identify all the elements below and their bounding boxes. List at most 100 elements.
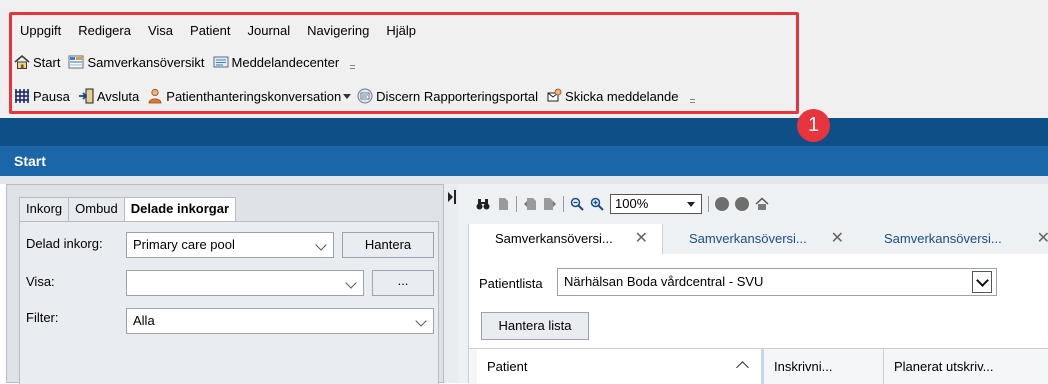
pause-grid-icon xyxy=(14,88,30,104)
inbox-tabs: Inkorg Ombud Delade inkorgar xyxy=(19,197,237,223)
skicka-meddelande-button[interactable]: Skicka meddelande xyxy=(546,88,679,104)
header-band xyxy=(0,118,1048,146)
chevron-down-icon xyxy=(415,315,427,327)
samverkansoversikt-button[interactable]: Samverkansöversikt xyxy=(68,54,205,70)
zoom-select[interactable]: 100% xyxy=(610,194,702,214)
menu-bar: Uppgift Redigera Visa Patient Journal Na… xyxy=(12,20,425,42)
menu-patient[interactable]: Patient xyxy=(182,20,239,42)
menu-journal[interactable]: Journal xyxy=(240,20,300,42)
meddelandecenter-label: Meddelandecenter xyxy=(231,54,340,70)
skicka-meddelande-label: Skicka meddelande xyxy=(565,88,679,104)
chevron-down-icon[interactable] xyxy=(972,271,992,293)
close-icon[interactable]: ✕ xyxy=(831,224,844,254)
tab-inkorg[interactable]: Inkorg xyxy=(19,197,70,221)
hantera-button[interactable]: Hantera xyxy=(342,232,434,258)
send-message-icon xyxy=(546,88,562,104)
toolbar-separator xyxy=(516,196,517,212)
forward-circle-icon[interactable] xyxy=(735,197,749,211)
patienthanteringskonversation-label: Patienthanteringskonversation xyxy=(166,88,342,104)
patienthanteringskonversation-button[interactable]: Patienthanteringskonversation xyxy=(147,88,341,104)
column-header-inskrivning[interactable]: Inskrivni... xyxy=(761,349,883,384)
tab-samverkansoversikt-3[interactable]: Samverkansöversi... ✕ xyxy=(858,224,1048,254)
previous-page-icon[interactable] xyxy=(523,197,537,211)
meddelandecenter-button[interactable]: Meddelandecenter xyxy=(213,54,340,70)
patientlista-label: Patientlista xyxy=(479,276,543,291)
hantera-lista-button[interactable]: Hantera lista xyxy=(481,312,589,340)
discern-rapporteringsportal-button[interactable]: Discern Rapporteringsportal xyxy=(357,88,538,104)
browse-ellipsis-button[interactable]: ... xyxy=(372,270,434,296)
message-center-icon xyxy=(213,54,229,70)
chevron-down-icon xyxy=(687,202,695,207)
patient-grid-header: Patient Inskrivni... Planerat utskriv... xyxy=(469,348,1048,384)
exit-door-icon xyxy=(78,88,94,104)
samverkansoversikt-label: Samverkansöversikt xyxy=(87,54,205,70)
column-label: Patient xyxy=(487,359,528,374)
viewer-toolbar: 100% xyxy=(476,192,775,216)
menu-hjalp[interactable]: Hjälp xyxy=(378,20,425,42)
start-label: Start xyxy=(33,54,61,70)
shared-inbox-panel: Delad inkorg: Primary care pool Hantera … xyxy=(19,221,439,384)
column-header-planerat-utskrivning[interactable]: Planerat utskriv... xyxy=(883,349,1048,384)
column-header-patient[interactable]: Patient xyxy=(477,349,761,384)
collapse-arrow-icon[interactable] xyxy=(448,192,453,202)
delad-inkorg-label: Delad inkorg: xyxy=(26,236,103,251)
menu-toolbar-area: Uppgift Redigera Visa Patient Journal Na… xyxy=(0,0,1048,118)
tab-delade-inkorgar[interactable]: Delade inkorgar xyxy=(123,197,237,223)
visa-select[interactable] xyxy=(126,270,364,296)
menu-redigera[interactable]: Redigera xyxy=(70,20,140,42)
tab-samverkansoversikt-1[interactable]: Samverkansöversi... ✕ xyxy=(468,224,663,254)
report-portal-icon xyxy=(357,88,373,104)
avsluta-button[interactable]: Avsluta xyxy=(78,88,139,104)
overview-pane: 100% Samverkansöversi... ✕ Samverkansöve… xyxy=(458,184,1048,384)
toolbar-overflow-grip[interactable] xyxy=(349,54,357,70)
home-icon xyxy=(14,54,30,70)
chevron-down-icon[interactable] xyxy=(343,93,352,99)
page-title: Start xyxy=(0,146,1048,176)
next-page-icon[interactable] xyxy=(543,197,557,211)
visa-label: Visa: xyxy=(26,274,55,289)
delad-inkorg-select[interactable]: Primary care pool xyxy=(126,232,334,258)
page-icon[interactable] xyxy=(496,197,510,211)
menu-uppgift[interactable]: Uppgift xyxy=(12,20,70,42)
tab-ombud[interactable]: Ombud xyxy=(68,197,125,221)
back-circle-icon[interactable] xyxy=(715,197,729,211)
toolbar-separator xyxy=(563,196,564,212)
toolbar-separator xyxy=(708,196,709,212)
toolbar-secondary: Pausa Avsluta Patienthanteringskonversat… xyxy=(14,84,697,108)
zoom-value: 100% xyxy=(615,196,649,211)
patientlista-value: Närhälsan Boda vårdcentral - SVU xyxy=(564,274,764,289)
binoculars-icon[interactable] xyxy=(476,197,490,211)
tab-label: Samverkansöversi... xyxy=(689,231,807,246)
avsluta-label: Avsluta xyxy=(96,88,140,104)
pane-splitter[interactable] xyxy=(444,184,458,383)
start-button[interactable]: Start xyxy=(14,54,60,70)
chevron-down-icon xyxy=(315,239,327,251)
separator-band xyxy=(0,176,1048,184)
inbox-pane: Inkorg Ombud Delade inkorgar Delad inkor… xyxy=(6,184,444,384)
close-icon[interactable]: ✕ xyxy=(1037,224,1048,254)
chevron-down-icon xyxy=(345,277,357,289)
menu-visa[interactable]: Visa xyxy=(140,20,182,42)
patientlista-select[interactable]: Närhälsan Boda vårdcentral - SVU xyxy=(557,268,997,296)
sort-ascending-icon xyxy=(736,361,749,374)
delad-inkorg-value: Primary care pool xyxy=(133,237,235,252)
document-tabs: Samverkansöversi... ✕ Samverkansöversi..… xyxy=(468,224,1048,254)
close-icon[interactable]: ✕ xyxy=(635,224,648,254)
filter-value: Alla xyxy=(133,313,155,328)
toolbar-overflow-grip[interactable] xyxy=(689,88,697,104)
filter-label: Filter: xyxy=(26,310,59,325)
overview-content: Patientlista Närhälsan Boda vårdcentral … xyxy=(468,254,1048,384)
person-icon xyxy=(147,88,163,104)
tab-samverkansoversikt-2[interactable]: Samverkansöversi... ✕ xyxy=(663,224,858,254)
splitter-bar xyxy=(454,190,456,204)
tab-label: Samverkansöversi... xyxy=(884,231,1002,246)
pausa-button[interactable]: Pausa xyxy=(14,88,70,104)
zoom-in-icon[interactable] xyxy=(590,197,604,211)
callout-badge: 1 xyxy=(797,109,830,142)
discern-rapporteringsportal-label: Discern Rapporteringsportal xyxy=(376,88,539,104)
filter-select[interactable]: Alla xyxy=(126,308,434,334)
home-icon[interactable] xyxy=(755,197,769,211)
zoom-out-icon[interactable] xyxy=(570,197,584,211)
menu-navigering[interactable]: Navigering xyxy=(299,20,378,42)
overview-grid-icon xyxy=(68,54,84,70)
